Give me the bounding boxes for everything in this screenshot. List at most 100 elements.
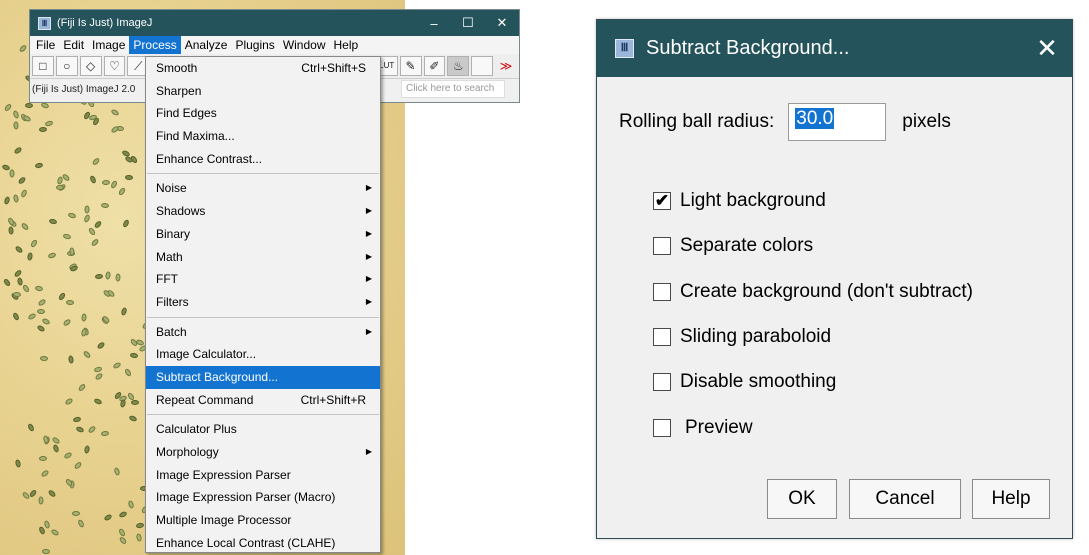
cell-blob xyxy=(135,522,144,530)
menu-item-math[interactable]: Math ▶ xyxy=(146,246,380,269)
maximize-button[interactable]: ☐ xyxy=(451,15,485,31)
pencil-tool-icon[interactable]: ✎ xyxy=(399,56,422,76)
cell-blob xyxy=(123,367,133,378)
cell-blob xyxy=(28,488,38,498)
menu-file[interactable]: File xyxy=(32,36,59,54)
menu-edit[interactable]: Edit xyxy=(59,36,88,54)
more-tools-icon[interactable]: ≫ xyxy=(495,56,517,76)
cell-blob xyxy=(72,415,82,423)
menu-item-label: Image Calculator... xyxy=(156,347,257,362)
imagej-titlebar[interactable]: Ⅲ (Fiji Is Just) ImageJ – ☐ ✕ xyxy=(30,10,519,36)
checkbox-disable-smoothing[interactable]: Disable smoothing xyxy=(653,371,836,393)
checkbox-separate-colors-box[interactable] xyxy=(653,237,671,255)
checkbox-label: Separate colors xyxy=(680,235,814,256)
freehand-tool-icon[interactable]: ♡ xyxy=(103,56,126,76)
checkbox-disable-smoothing-box[interactable] xyxy=(653,373,671,391)
radius-input[interactable]: 30.0 xyxy=(788,103,887,141)
cell-blob xyxy=(2,195,11,206)
checkbox-sliding-paraboloid-box[interactable] xyxy=(653,328,671,346)
cell-blob xyxy=(20,221,30,231)
polygon-tool-icon[interactable]: ◇ xyxy=(79,56,102,76)
checkbox-create-background[interactable]: Create background (don't subtract) xyxy=(653,281,973,303)
menu-item-batch[interactable]: Batch ▶ xyxy=(146,321,380,344)
cell-blob xyxy=(109,180,119,190)
cell-blob xyxy=(50,528,61,537)
oval-tool-icon[interactable]: ○ xyxy=(55,56,78,76)
menu-item-label: Repeat Command xyxy=(156,392,254,407)
dialog-titlebar[interactable]: Ⅲ Subtract Background... ✕ xyxy=(597,20,1072,77)
cell-blob xyxy=(82,349,92,359)
menu-item-image-expression-parser[interactable]: Image Expression Parser xyxy=(146,464,380,487)
minimize-button[interactable]: – xyxy=(417,16,451,31)
checkbox-separate-colors[interactable]: Separate colors xyxy=(653,235,813,257)
cell-blob xyxy=(77,382,87,393)
cell-blob xyxy=(72,460,83,470)
screenshot: Ⅲ (Fiji Is Just) ImageJ – ☐ ✕ File Edit … xyxy=(0,0,1089,555)
cancel-button[interactable]: Cancel xyxy=(849,479,961,519)
menu-item-calculator-plus[interactable]: Calculator Plus xyxy=(146,418,380,441)
menu-item-label: Filters xyxy=(156,294,189,309)
cell-blob xyxy=(13,121,19,130)
flood-fill-tool-icon[interactable]: ♨ xyxy=(447,56,470,76)
checkbox-sliding-paraboloid[interactable]: Sliding paraboloid xyxy=(653,326,831,348)
menu-item-find-maxima[interactable]: Find Maxima... xyxy=(146,125,380,148)
menu-process[interactable]: Process xyxy=(129,36,181,54)
close-button[interactable]: ✕ xyxy=(485,15,519,31)
cell-blob xyxy=(64,397,74,406)
rectangle-tool-icon[interactable]: □ xyxy=(32,56,54,76)
menu-help[interactable]: Help xyxy=(330,36,363,54)
dialog-close-icon[interactable]: ✕ xyxy=(1022,33,1072,64)
checkbox-create-background-box[interactable] xyxy=(653,283,671,301)
menu-analyze[interactable]: Analyze xyxy=(181,36,232,54)
menu-window[interactable]: Window xyxy=(279,36,330,54)
cell-blob xyxy=(118,510,128,518)
menu-item-label: Image Expression Parser xyxy=(156,467,291,482)
cell-blob xyxy=(90,237,100,247)
cell-blob xyxy=(8,226,15,235)
menu-item-filters[interactable]: Filters ▶ xyxy=(146,291,380,314)
menu-item-enhance-contrast[interactable]: Enhance Contrast... xyxy=(146,148,380,171)
help-button[interactable]: Help xyxy=(972,479,1050,519)
cell-blob xyxy=(51,444,60,454)
ok-button[interactable]: OK xyxy=(767,479,837,519)
checkbox-preview[interactable]: Preview xyxy=(653,417,753,439)
checkbox-label: Sliding paraboloid xyxy=(680,326,832,347)
cell-blob xyxy=(44,120,54,128)
menu-item-morphology[interactable]: Morphology ▶ xyxy=(146,441,380,464)
menu-item-find-edges[interactable]: Find Edges xyxy=(146,102,380,125)
submenu-arrow-icon: ▶ xyxy=(365,206,372,216)
menu-item-enhance-local-contrast-clahe[interactable]: Enhance Local Contrast (CLAHE) xyxy=(146,532,380,555)
menu-item-image-calculator[interactable]: Image Calculator... xyxy=(146,343,380,366)
menu-item-fft[interactable]: FFT ▶ xyxy=(146,268,380,291)
menu-item-subtract-background[interactable]: Subtract Background... xyxy=(146,365,380,389)
imagej-window-title: (Fiji Is Just) ImageJ xyxy=(57,17,153,29)
checkbox-light-background-box[interactable]: ✔ xyxy=(653,192,671,210)
menu-item-multiple-image-processor[interactable]: Multiple Image Processor xyxy=(146,509,380,532)
checkbox-light-background[interactable]: ✔ Light background xyxy=(653,190,826,212)
radius-row: Rolling ball radius: 30.0 pixels xyxy=(619,103,951,141)
cell-blob xyxy=(40,469,50,478)
cell-blob xyxy=(24,103,33,109)
menu-item-noise[interactable]: Noise ▶ xyxy=(146,177,380,200)
menu-item-binary[interactable]: Binary ▶ xyxy=(146,223,380,246)
cell-blob xyxy=(117,186,126,197)
menu-plugins[interactable]: Plugins xyxy=(231,36,278,54)
menu-item-sharpen[interactable]: Sharpen xyxy=(146,80,380,103)
search-field[interactable]: Click here to search xyxy=(401,80,505,98)
menu-item-smooth[interactable]: Smooth Ctrl+Shift+S xyxy=(146,57,380,80)
empty-tool-slot[interactable] xyxy=(471,56,494,76)
menu-item-shadows[interactable]: Shadows ▶ xyxy=(146,200,380,223)
cell-blob xyxy=(36,324,46,333)
brush-tool-icon[interactable]: ✐ xyxy=(423,56,446,76)
cell-blob xyxy=(94,372,104,381)
cell-blob xyxy=(129,352,139,359)
cell-blob xyxy=(115,273,121,282)
cell-blob xyxy=(3,102,13,113)
menu-item-image-expression-parser-macro[interactable]: Image Expression Parser (Macro) xyxy=(146,486,380,509)
menu-item-repeat-command[interactable]: Repeat Command Ctrl+Shift+R xyxy=(146,389,380,412)
cell-blob xyxy=(125,174,134,181)
checkbox-preview-box[interactable] xyxy=(653,419,671,437)
cell-blob xyxy=(120,306,128,317)
cell-blob xyxy=(18,44,28,54)
menu-image[interactable]: Image xyxy=(88,36,129,54)
